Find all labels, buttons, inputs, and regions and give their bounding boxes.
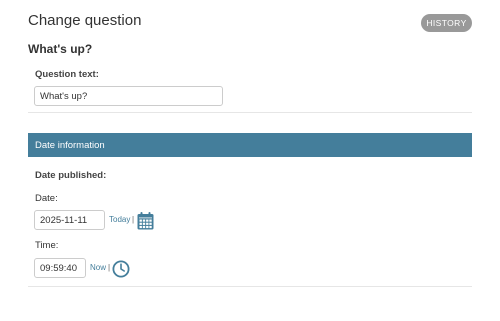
now-link[interactable]: Now <box>90 263 106 272</box>
object-title: What's up? <box>28 42 93 56</box>
date-information-header: Date information <box>28 133 472 157</box>
time-shortcut-separator: | <box>108 263 111 272</box>
change-form-page: Change question HISTORY What's up? Quest… <box>0 0 500 321</box>
date-shortcut-separator: | <box>132 215 135 224</box>
time-input[interactable]: 09:59:40 <box>34 258 86 278</box>
history-button[interactable]: HISTORY <box>421 14 472 32</box>
form-row-divider <box>28 112 472 113</box>
clock-icon[interactable] <box>112 260 130 283</box>
calendar-icon[interactable] <box>137 212 154 235</box>
date-label: Date: <box>35 193 58 204</box>
question-text-input[interactable]: What's up? <box>34 86 223 106</box>
today-link[interactable]: Today <box>109 215 130 224</box>
time-label: Time: <box>35 240 59 251</box>
date-input[interactable]: 2025-11-11 <box>34 210 105 230</box>
form-row-divider <box>28 286 472 287</box>
date-published-label: Date published: <box>35 170 107 181</box>
page-title: Change question <box>28 12 142 29</box>
question-text-label: Question text: <box>35 69 99 80</box>
